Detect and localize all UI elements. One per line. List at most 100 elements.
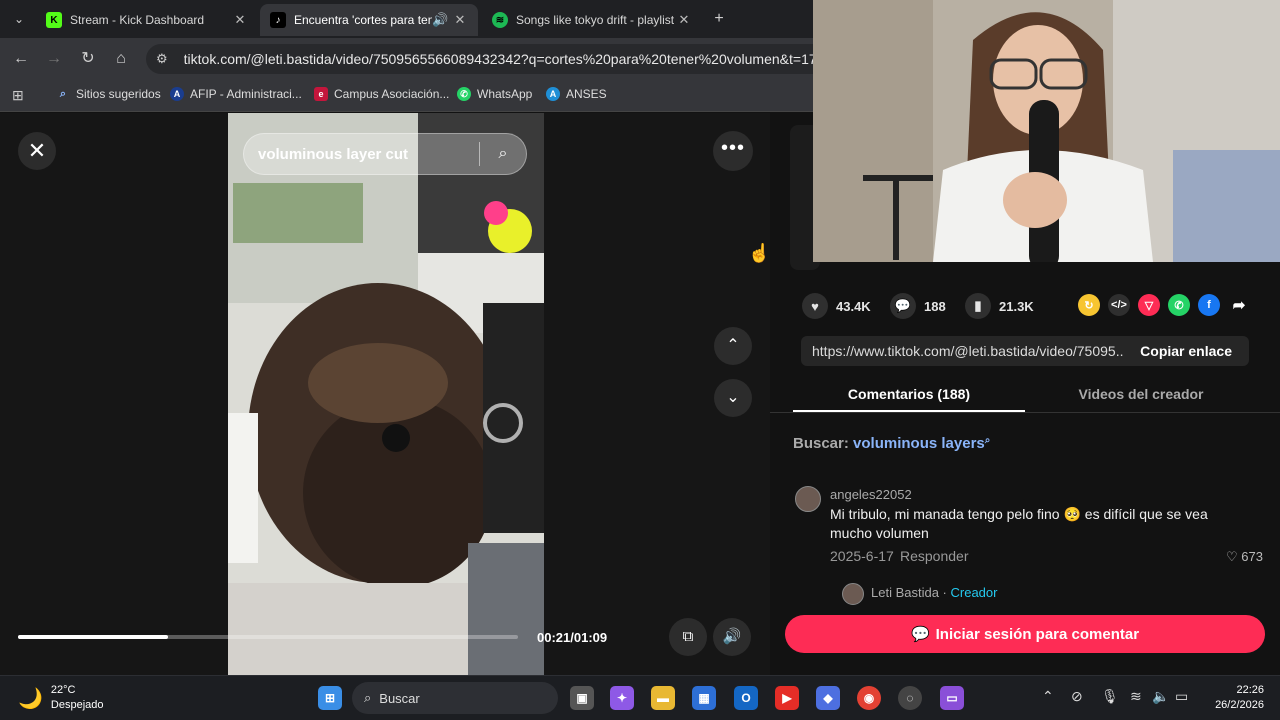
copy-link-button[interactable]: Copiar enlace [1123, 343, 1249, 359]
comments-count: 188 [924, 298, 946, 314]
tab-comments[interactable]: Comentarios (188) [793, 386, 1025, 402]
share-link-box: https://www.tiktok.com/@leti.bastida/vid… [801, 336, 1249, 366]
outlook-icon[interactable]: O [734, 686, 758, 710]
creator-badge: Creador [950, 585, 998, 600]
bookmark-afip[interactable]: A AFIP - Administraci... [170, 87, 302, 101]
saves-stat[interactable]: ▮ 21.3K [965, 293, 1034, 319]
creator-name[interactable]: Leti Bastida [871, 585, 939, 600]
tab-title: Encuentra 'cortes para tene [294, 13, 432, 27]
avatar[interactable] [842, 583, 864, 605]
search-icon: ⌕ [364, 690, 372, 705]
home-icon[interactable]: ⌂ [110, 48, 132, 70]
search-icon: ⌕ [984, 435, 991, 446]
video-progress-fill [18, 635, 168, 639]
weather-condition: Despejado [50, 699, 104, 711]
tab-title: Songs like tokyo drift - playlist [516, 13, 675, 27]
comment-like[interactable]: ♡ 673 [1226, 549, 1263, 565]
related-search: Buscar: voluminous layers⌕ [793, 435, 990, 452]
taskbar-search[interactable]: ⌕ Buscar [352, 682, 558, 714]
apps-grid-icon[interactable]: ⊞ [12, 87, 24, 104]
tab-search-chevron-icon[interactable]: ⌄ [8, 8, 30, 30]
network-off-icon[interactable]: ⊘ [1071, 688, 1083, 705]
likes-stat[interactable]: ♥ 43.4K [802, 293, 871, 319]
copilot-icon[interactable]: ✦ [610, 686, 634, 710]
tab-creator-videos[interactable]: Videos del creador [1025, 386, 1257, 402]
whatsapp-share-icon[interactable]: ✆ [1168, 294, 1190, 316]
dog-video-image [228, 113, 544, 675]
search-icon[interactable]: ⌕ [480, 145, 526, 163]
video-search-bar[interactable]: voluminous layer cut ⌕ [243, 133, 527, 175]
speaker-icon[interactable]: 🔈 [1152, 688, 1169, 705]
wifi-icon[interactable]: ≋ [1130, 688, 1142, 705]
likes-count: 43.4K [836, 298, 871, 314]
microphone-icon[interactable]: 🎙 [1101, 688, 1119, 705]
bookmark-label: AFIP - Administraci... [190, 87, 302, 101]
close-video-button[interactable]: ✕ [18, 132, 56, 170]
more-options-button[interactable]: ••• [713, 131, 753, 171]
back-icon[interactable]: ← [10, 48, 32, 70]
moon-icon: 🌙 [18, 687, 43, 710]
tray-overflow-icon[interactable]: ⌃ [1042, 688, 1054, 705]
floating-player-button[interactable]: ⧉ [669, 618, 707, 656]
file-explorer-icon[interactable]: ▬ [651, 686, 675, 710]
reply-button[interactable]: Responder [900, 548, 969, 564]
weather-widget[interactable]: 🌙 22°C Despejado [18, 683, 104, 713]
related-search-keyword[interactable]: voluminous layers [853, 435, 985, 452]
store-icon[interactable]: ▦ [692, 686, 716, 710]
bookmark-label: WhatsApp [477, 87, 533, 101]
bookmark-campus[interactable]: e Campus Asociación... [314, 87, 449, 101]
volume-button[interactable]: 🔊 [713, 618, 751, 656]
battery-icon[interactable]: ▭ [1175, 688, 1188, 705]
weather-temp: 22°C [50, 684, 76, 696]
share-arrow-icon[interactable]: ➦ [1228, 294, 1250, 316]
media-app-icon[interactable]: ▭ [940, 686, 964, 710]
bookmark-whatsapp[interactable]: ✆ WhatsApp [457, 87, 532, 101]
bookmark-label: ANSES [566, 87, 607, 101]
close-tab-icon[interactable]: ✕ [232, 12, 248, 28]
tab-kick[interactable]: K Stream - Kick Dashboard ✕ [36, 4, 258, 36]
repost-icon[interactable]: ↻ [1078, 294, 1100, 316]
next-video-button[interactable]: ⌄ [714, 379, 752, 417]
video-frame[interactable] [228, 113, 544, 675]
audio-playing-icon[interactable]: 🔊 [432, 12, 448, 28]
whatsapp-icon: ✆ [457, 87, 471, 101]
new-tab-icon[interactable]: + [708, 8, 730, 30]
close-tab-icon[interactable]: ✕ [676, 12, 692, 28]
reload-icon[interactable]: ↻ [77, 48, 99, 70]
bookmark-anses[interactable]: A ANSES [546, 87, 607, 101]
afip-icon: A [170, 87, 184, 101]
webcam-image [813, 0, 1280, 262]
site-info-icon[interactable]: ⚙ [156, 51, 168, 67]
bookmark-sitios[interactable]: ⌕ Sitios sugeridos [56, 87, 161, 101]
task-view-icon[interactable]: ▣ [570, 686, 594, 710]
related-search-label: Buscar: [793, 435, 849, 452]
video-search-query: voluminous layer cut [258, 145, 409, 163]
clock[interactable]: 22:26 26/2/2026 [1204, 683, 1264, 713]
forward-icon[interactable]: → [43, 48, 65, 70]
comment-date: 2025-6-17 [830, 548, 894, 564]
creator-reply-header: Leti Bastida · Creador [871, 585, 998, 600]
send-icon[interactable]: ▽ [1138, 294, 1160, 316]
comment-icon: 💬 [890, 293, 916, 319]
tab-title: Stream - Kick Dashboard [70, 13, 205, 27]
chrome-icon[interactable]: ◉ [857, 686, 881, 710]
obs-icon[interactable]: ◌ [898, 686, 922, 710]
tab-tiktok[interactable]: ♪ Encuentra 'cortes para tene 🔊 ✕ [260, 4, 478, 36]
close-tab-icon[interactable]: ✕ [452, 12, 468, 28]
heart-outline-icon: ♡ [1226, 549, 1238, 564]
comment-icon: 💬 [910, 626, 930, 643]
windows-start-icon[interactable]: ⊞ [318, 686, 342, 710]
comment-username[interactable]: angeles22052 [830, 487, 912, 502]
embed-icon[interactable]: </> [1108, 294, 1130, 316]
previous-video-button[interactable]: ⌃ [714, 327, 752, 365]
taskbar: 🌙 22°C Despejado ⊞ ⌕ Buscar ▣ ✦ ▬ ▦ O ▶ … [0, 675, 1280, 720]
app-icon[interactable]: ◆ [816, 686, 840, 710]
facebook-share-icon[interactable]: f [1198, 294, 1220, 316]
avatar[interactable] [795, 486, 821, 512]
video-progress-bar[interactable] [18, 635, 518, 639]
login-to-comment-button[interactable]: 💬 Iniciar sesión para comentar [785, 615, 1265, 653]
tab-spotify[interactable]: ≋ Songs like tokyo drift - playlist ✕ [482, 4, 702, 36]
comments-stat[interactable]: 💬 188 [890, 293, 946, 319]
share-link[interactable]: https://www.tiktok.com/@leti.bastida/vid… [801, 343, 1123, 359]
youtube-icon[interactable]: ▶ [775, 686, 799, 710]
